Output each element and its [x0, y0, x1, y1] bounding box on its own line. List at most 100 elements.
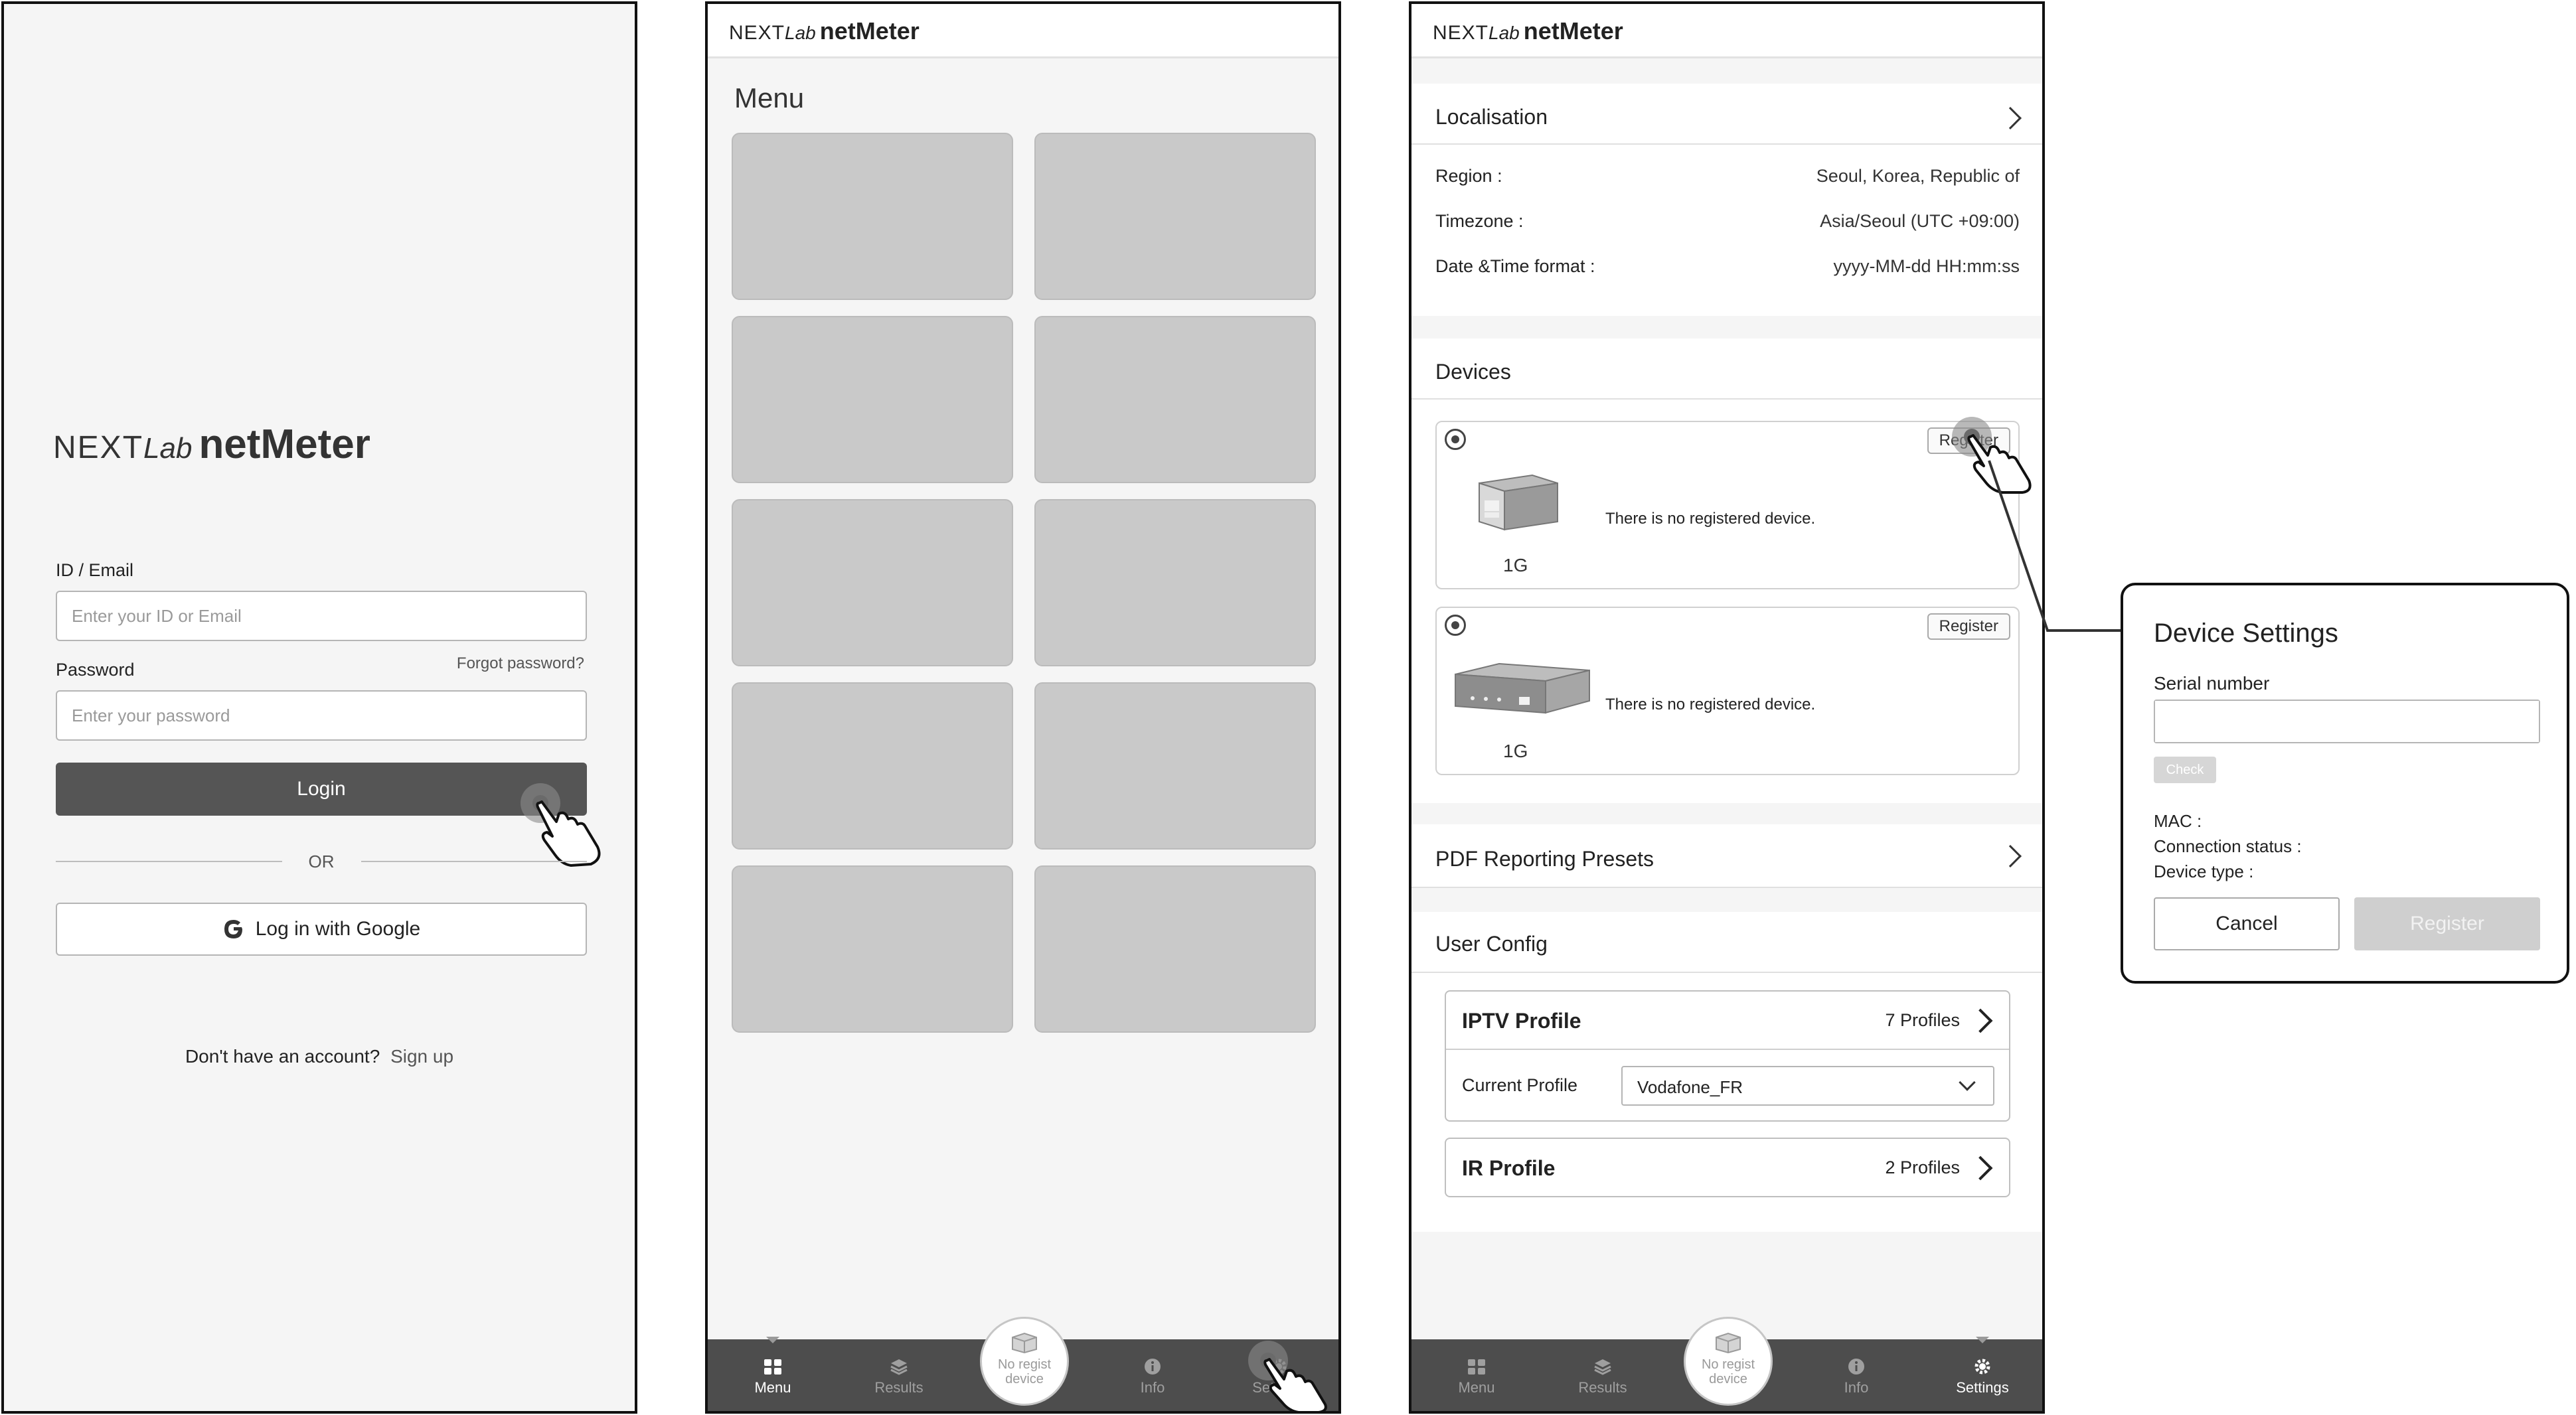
nav-info-label: Info — [1140, 1379, 1165, 1396]
device-speed-label: 1G — [1503, 741, 1528, 761]
serial-number-field[interactable] — [2154, 700, 2540, 743]
region-value: Seoul, Korea, Republic of — [1816, 166, 2020, 186]
app-header: NEXTLab netMeter — [1411, 4, 2042, 58]
nav-device-status[interactable]: No regist device — [980, 1317, 1069, 1406]
device-box-icon — [1012, 1332, 1037, 1353]
logo-product: netMeter — [819, 17, 920, 44]
menu-tile[interactable] — [1034, 682, 1316, 850]
no-account-text: Don't have an account? — [185, 1046, 380, 1067]
active-tab-marker — [1976, 1337, 1989, 1343]
app-logo: NEXTLab netMeter — [729, 17, 920, 45]
device-speed-label: 1G — [1503, 555, 1528, 575]
menu-tile[interactable] — [1034, 499, 1316, 666]
nav-info[interactable]: Info — [1113, 1354, 1192, 1396]
menu-tile[interactable] — [732, 682, 1013, 850]
app-header: NEXTLab netMeter — [708, 4, 1338, 58]
nav-results[interactable]: Results — [1563, 1354, 1643, 1396]
password-field[interactable] — [56, 690, 587, 741]
grid-icon — [764, 1359, 781, 1375]
menu-tile[interactable] — [732, 316, 1013, 483]
timezone-value: Asia/Seoul (UTC +09:00) — [1820, 211, 2020, 231]
or-label: OR — [308, 851, 335, 871]
nav-menu[interactable]: Menu — [1437, 1354, 1516, 1396]
timezone-label: Timezone : — [1435, 211, 1524, 231]
user-config-title: User Config — [1435, 932, 1548, 956]
ir-profile-count: 2 Profiles — [1885, 1157, 1960, 1177]
device-1g-small-icon — [1479, 474, 1558, 531]
logo-lab: Lab — [1489, 23, 1520, 43]
pdf-presets-title: PDF Reporting Presets — [1435, 847, 1654, 871]
logo-next: NEXT — [1433, 22, 1489, 44]
nav-menu-label: Menu — [1458, 1379, 1495, 1396]
menu-tile[interactable] — [732, 133, 1013, 300]
nav-info[interactable]: Info — [1816, 1354, 1896, 1396]
id-email-input[interactable] — [57, 592, 586, 640]
info-icon — [1848, 1359, 1864, 1375]
hand-pointer-icon — [1248, 1341, 1327, 1411]
logo-lab: Lab — [785, 23, 816, 43]
nav-center-line2: device — [1709, 1372, 1747, 1386]
nav-menu[interactable]: Menu — [733, 1354, 813, 1396]
menu-tile[interactable] — [1034, 865, 1316, 1033]
device-card-1: Register There is no registered device. … — [1435, 421, 2020, 589]
device-1g-large-icon — [1455, 662, 1590, 714]
menu-tile[interactable] — [732, 499, 1013, 666]
id-email-label: ID / Email — [56, 560, 134, 580]
serial-number-input[interactable] — [2155, 701, 2539, 742]
or-divider: OR — [56, 848, 587, 875]
signup-row: Don't have an account? Sign up — [4, 1046, 635, 1067]
logo-next: NEXT — [729, 22, 785, 44]
menu-tile[interactable] — [1034, 316, 1316, 483]
id-email-field[interactable] — [56, 591, 587, 641]
login-button[interactable]: Login — [56, 763, 587, 816]
bottom-nav: Menu Results No regist device Info — [1411, 1317, 2042, 1411]
localisation-title: Localisation — [1435, 105, 1548, 129]
datetime-format-label: Date &Time format : — [1435, 256, 1595, 276]
google-login-label: Log in with Google — [255, 918, 421, 940]
divider-line — [56, 861, 282, 862]
device-type-label: Device type : — [2154, 861, 2254, 881]
logo-lab: Lab — [143, 432, 193, 465]
iptv-profile-title: IPTV Profile — [1462, 1009, 1581, 1033]
google-login-button[interactable]: Log in with Google — [56, 903, 587, 956]
app-logo: NEXTLab netMeter — [53, 421, 370, 468]
device-select-radio[interactable] — [1445, 429, 1466, 450]
device-settings-dialog: Device Settings Serial number Check MAC … — [2121, 583, 2569, 984]
grid-icon — [1468, 1359, 1485, 1375]
menu-tile[interactable] — [1034, 133, 1316, 300]
callout-connector — [1988, 460, 2121, 632]
device-box-icon — [1716, 1332, 1741, 1353]
devices-title: Devices — [1435, 360, 1511, 384]
page-title: Menu — [734, 82, 805, 113]
register-button[interactable]: Register — [2354, 897, 2540, 950]
dialog-title: Device Settings — [2154, 619, 2338, 648]
nav-menu-label: Menu — [754, 1379, 791, 1396]
nav-settings-label: Settings — [1956, 1379, 2009, 1396]
cancel-button[interactable]: Cancel — [2154, 897, 2340, 950]
nav-info-label: Info — [1844, 1379, 1869, 1396]
check-button[interactable]: Check — [2154, 757, 2216, 783]
signup-link[interactable]: Sign up — [390, 1046, 453, 1067]
current-profile-value: Vodafone_FR — [1637, 1077, 1743, 1097]
ir-profile-card[interactable]: IR Profile 2 Profiles — [1445, 1138, 2010, 1197]
nav-device-status[interactable]: No regist device — [1684, 1317, 1773, 1406]
layers-icon — [1594, 1359, 1611, 1375]
current-profile-select[interactable]: Vodafone_FR — [1621, 1066, 1994, 1106]
device-select-radio[interactable] — [1445, 615, 1466, 636]
nav-settings[interactable]: Settings — [1943, 1354, 2022, 1396]
ir-profile-title: IR Profile — [1462, 1156, 1556, 1180]
logo-next: NEXT — [53, 430, 144, 465]
menu-tile-grid — [732, 133, 1316, 1033]
nav-results[interactable]: Results — [859, 1354, 939, 1396]
chevron-down-icon — [1959, 1074, 1976, 1091]
chevron-right-icon — [1968, 1155, 1993, 1181]
layers-icon — [890, 1359, 908, 1375]
nav-results-label: Results — [1578, 1379, 1627, 1396]
nav-center-line1: No regist — [997, 1357, 1052, 1372]
active-tab-marker — [766, 1337, 779, 1343]
divider-line — [361, 861, 587, 862]
settings-screen: NEXTLab netMeter Localisation Region : Se… — [1409, 1, 2045, 1414]
password-input[interactable] — [57, 692, 586, 739]
menu-tile[interactable] — [732, 865, 1013, 1033]
forgot-password-link[interactable]: Forgot password? — [457, 654, 584, 673]
